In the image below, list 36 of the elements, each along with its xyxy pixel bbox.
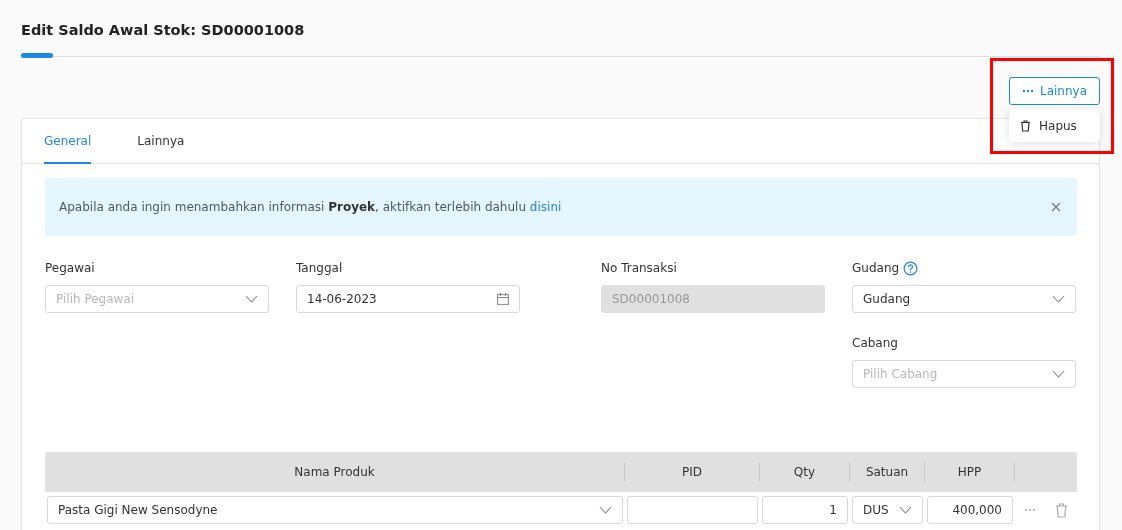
field-label: No Transaksi [601,261,677,275]
field-label: Pegawai [45,261,95,275]
column-header: Satuan [850,462,925,482]
tab[interactable]: General [44,119,92,164]
help-icon[interactable] [903,260,919,276]
column-header: Qty [760,462,850,482]
select-field[interactable]: Gudang [852,285,1076,313]
chevron-down-icon [599,506,612,514]
calendar-icon [497,293,509,305]
column-header: PID [625,462,760,482]
field-label: Tanggal [296,261,343,275]
column-header: Nama Produk [45,462,625,482]
chevron-down-icon [245,295,258,303]
chevron-down-icon [899,506,912,514]
alert-message: Apabila anda ingin menambahkan informasi Proyek, aktifkan terlebih dahulu disini [59,200,562,214]
page-title: Edit Saldo Awal Stok: SD00001008 [21,21,306,40]
progress-indicator [21,53,53,58]
column-header: HPP [925,462,1015,482]
chevron-down-icon [1052,295,1065,303]
trash-icon [1020,119,1031,132]
trash-icon[interactable] [1054,502,1068,518]
hpp-input[interactable]: 400,000 [927,496,1013,524]
field-label: Gudang [852,261,900,275]
close-icon[interactable] [1051,202,1061,212]
field-label: Cabang [852,336,898,350]
unit-select[interactable]: DUS [852,496,923,524]
qty-input[interactable]: 1 [762,496,848,524]
more-button[interactable]: Lainnya [1009,77,1100,105]
chevron-down-icon [1052,370,1065,378]
menu-item[interactable]: Hapus [1009,118,1077,133]
more-icon[interactable] [1024,508,1037,512]
more-icon [1021,89,1034,93]
date-field[interactable]: 14-06-2023 [296,285,520,313]
pid-input[interactable] [627,496,758,524]
tab[interactable]: Lainnya [137,119,185,164]
product-select[interactable]: Pasta Gigi New Sensodyne [47,496,623,524]
